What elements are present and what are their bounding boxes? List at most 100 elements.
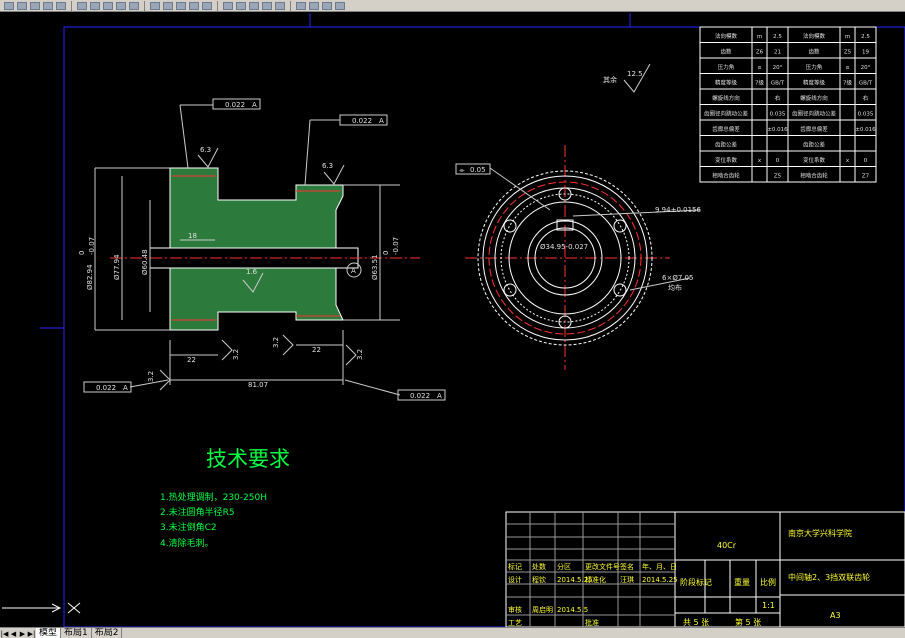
param-table-cell: 右	[775, 94, 781, 102]
scale-label: 比例	[760, 577, 776, 587]
len-22b: 22	[312, 346, 321, 354]
toolbar-button[interactable]	[17, 1, 27, 10]
tol-0-a: 0	[78, 251, 86, 255]
toolbar-button[interactable]	[309, 1, 319, 10]
title-block-cell: 汪琪	[620, 575, 634, 584]
weight: 重量	[734, 577, 750, 587]
title-block-cell: 批准	[585, 618, 599, 627]
toolbar-button[interactable]	[176, 1, 186, 10]
param-table-cell: 相啮合齿轮	[712, 172, 740, 180]
toolbar-button[interactable]	[223, 1, 233, 10]
param-table-cell: Z6	[756, 50, 764, 56]
toolbar-button[interactable]	[189, 1, 199, 10]
toolbar-separator	[290, 0, 291, 11]
toolbar-button[interactable]	[56, 1, 66, 10]
drawing-canvas[interactable]: 0.022 A 0.022 A 0.022 A 0.022 A 6.3 6.3 …	[0, 13, 905, 627]
title-block-cell: 设计	[508, 575, 522, 584]
tab-nav-prev-icon[interactable]: ◀	[9, 629, 18, 638]
param-table-cell: 螺旋线方向	[712, 94, 740, 102]
param-table-cell: 精度等级	[715, 79, 738, 87]
holes-sub: 均布	[668, 283, 682, 292]
title-block: 40Cr 南京大学兴科学院 中间轴2、3挡双联齿轮 1:1 A3 阶段标记 重量…	[505, 511, 905, 627]
total-sheets: 共 5 张	[683, 618, 709, 627]
param-table-cell: 右	[863, 94, 869, 102]
stage-mark: 阶段标记	[680, 577, 712, 587]
tol-0-b: 0	[382, 251, 390, 255]
toolbar-button[interactable]	[296, 1, 306, 10]
sheet-no: 第 5 张	[735, 617, 761, 627]
toolbar-button[interactable]	[262, 1, 272, 10]
len-18: 18	[188, 232, 197, 240]
param-table-cell: Z7	[862, 174, 870, 180]
param-table-cell: 齿数	[808, 48, 820, 56]
holes-dim: 6×Ø7.05	[662, 274, 693, 282]
material: 40Cr	[717, 541, 737, 550]
rough-3-2-b: 3.2	[272, 337, 280, 348]
datum-1: A	[252, 101, 257, 109]
param-table-cell: 相啮合齿轮	[800, 172, 828, 180]
toolbar-button[interactable]	[249, 1, 259, 10]
toolbar-button[interactable]	[43, 1, 53, 10]
toolbar-button[interactable]	[236, 1, 246, 10]
toolbar-button[interactable]	[4, 1, 14, 10]
toolbar-button[interactable]	[129, 1, 139, 10]
param-table-cell: 精度等级	[803, 79, 826, 87]
param-table-cell: 0.035	[858, 112, 874, 118]
dia-d: Ø63.51	[371, 254, 379, 280]
toolbar-button[interactable]	[275, 1, 285, 10]
param-table-cell: 0	[864, 158, 868, 164]
rough-6-3-b: 6.3	[322, 162, 333, 170]
toolbar-button[interactable]	[30, 1, 40, 10]
param-table-cell: ±0.016	[855, 127, 876, 133]
tab-nav-next-icon[interactable]: ▶	[18, 629, 27, 638]
param-table-cell: 法向模数	[803, 32, 826, 40]
toolbar-button[interactable]	[116, 1, 126, 10]
toolbar-separator	[144, 0, 145, 11]
param-table-cell: 齿廓总偏差	[712, 125, 740, 133]
bore-dim: Ø34.95-0.027	[540, 243, 588, 251]
keyway-dim: 9.94±0.0156	[655, 206, 701, 214]
title-block-cell: 年、月、日	[642, 562, 677, 571]
title-block-cell: 处数	[532, 562, 546, 571]
param-table-cell: 20°	[773, 65, 783, 71]
param-table-cell: m	[757, 34, 762, 40]
datum-3: A	[123, 384, 128, 392]
param-table: 法向模数 m 2.5 法向模数 m 2.5 齿数 Z6 21 齿数 Z5 19 压力角 α 20° 压力角 α 2…	[699, 26, 877, 183]
flatness-symbol: ⌯	[459, 166, 465, 174]
tol-frame-2: 0.022	[352, 117, 372, 125]
gear-front-view	[455, 145, 701, 370]
tol-frame-1: 0.022	[225, 101, 245, 109]
tab-nav-last-icon[interactable]: ▶|	[27, 629, 36, 638]
rough-12-5: 12.5	[627, 70, 643, 78]
title-block-cell: 签名	[620, 562, 634, 571]
param-table-cell: GB/T	[859, 81, 873, 87]
param-table-cell: 0	[776, 158, 780, 164]
toolbar-button[interactable]	[335, 1, 345, 10]
rough-3-2-c: 3.2	[356, 349, 364, 360]
len-81-07: 81.07	[248, 381, 268, 389]
tech-item-2: 2.未注圆角半径R5	[160, 506, 235, 518]
title-block-cell: 标准化	[585, 575, 606, 584]
toolbar-button[interactable]	[77, 1, 87, 10]
toolbar-button[interactable]	[150, 1, 160, 10]
title-block-cell: 程钦	[532, 575, 546, 584]
title-block-cell: 标记	[508, 562, 522, 571]
title-block-cell: 工艺	[508, 619, 522, 627]
toolbar-button[interactable]	[90, 1, 100, 10]
layout-tabs: |◀ ◀ ▶ ▶| 模型 布局1 布局2	[0, 627, 905, 638]
toolbar-button[interactable]	[103, 1, 113, 10]
param-table-cell: 齿圈径向跳动公差	[792, 110, 837, 118]
tech-item-3: 3.未注倒角C2	[160, 521, 217, 533]
tab-nav-first-icon[interactable]: |◀	[0, 629, 9, 638]
toolbar-button[interactable]	[322, 1, 332, 10]
toolbar-separator	[217, 0, 218, 11]
toolbar-button[interactable]	[163, 1, 173, 10]
datum-4: A	[437, 392, 442, 400]
toolbar-button[interactable]	[202, 1, 212, 10]
dia-b: Ø77.94	[113, 254, 121, 280]
tech-item-1: 1.热处理调制，230-250H	[160, 491, 267, 503]
param-table-cell: 7级	[843, 79, 852, 87]
sheet-size: A3	[830, 611, 841, 620]
title-block-cell: 更改文件号	[585, 562, 620, 571]
param-table-cell: ±0.016	[767, 127, 788, 133]
